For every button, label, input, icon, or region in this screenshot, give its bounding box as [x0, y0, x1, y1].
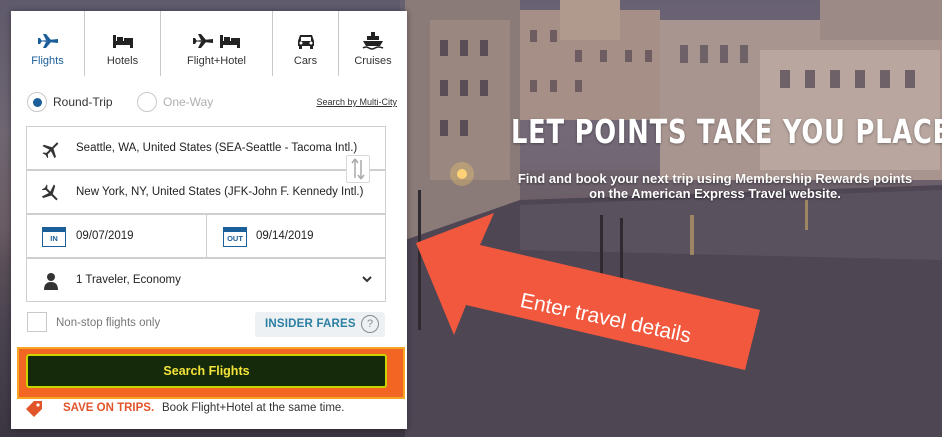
- plane-bed-icon: [192, 34, 240, 48]
- calendar-out-icon: OUT: [223, 227, 247, 247]
- tab-label-hotels: Hotels: [106, 55, 139, 67]
- hero-subtitle: Find and book your next trip using Membe…: [500, 171, 930, 201]
- promo-headline: SAVE ON TRIPS.: [63, 402, 155, 414]
- depart-date-field[interactable]: IN 09/07/2019: [27, 215, 207, 259]
- insider-fares-badge[interactable]: INSIDER FARES ?: [255, 312, 385, 337]
- chevron-down-icon: [362, 276, 372, 283]
- plane-icon: [37, 34, 58, 48]
- promo-banner: SAVE ON TRIPS. Book Flight+Hotel at the …: [25, 400, 395, 420]
- product-tabs: Flights Hotels Flight+Hotel Cars Cruises: [11, 11, 407, 77]
- hero-subtitle-line-1: Find and book your next trip using Membe…: [517, 171, 913, 186]
- plane-icon: [41, 184, 58, 201]
- hero-title: LET POINTS TAKE YOU PLACES: [511, 112, 942, 151]
- in-badge: IN: [50, 234, 58, 243]
- tag-icon: [26, 401, 42, 417]
- car-icon: [297, 35, 314, 49]
- origin-field[interactable]: Seattle, WA, United States (SEA-Seattle …: [26, 126, 386, 170]
- promo-text: Book Flight+Hotel at the same time.: [162, 402, 345, 414]
- return-date-field[interactable]: OUT 09/14/2019: [207, 215, 385, 259]
- swap-button[interactable]: [346, 155, 370, 183]
- out-badge: OUT: [227, 234, 243, 243]
- tab-label-flight-hotel: Flight+Hotel: [186, 55, 246, 67]
- tab-hotels[interactable]: Hotels: [85, 11, 161, 76]
- nonstop-checkbox[interactable]: [27, 312, 47, 332]
- destination-field[interactable]: New York, NY, United States (JFK-John F.…: [26, 170, 386, 214]
- search-button-highlight: Search Flights: [17, 347, 405, 399]
- depart-date-value: 09/07/2019: [76, 230, 134, 242]
- tab-cars[interactable]: Cars: [273, 11, 339, 76]
- tab-flights[interactable]: Flights: [11, 11, 85, 77]
- tab-label-flights: Flights: [31, 55, 64, 67]
- travelers-field[interactable]: 1 Traveler, Economy: [26, 258, 386, 302]
- travelers-value: 1 Traveler, Economy: [76, 274, 181, 286]
- one-way-radio[interactable]: [137, 92, 157, 112]
- person-icon: [44, 273, 58, 290]
- insider-fares-label: INSIDER FARES: [265, 318, 356, 330]
- ship-icon: [362, 32, 384, 50]
- tab-cruises[interactable]: Cruises: [339, 11, 407, 76]
- hero-subtitle-line-2: on the American Express Travel website.: [589, 186, 841, 201]
- round-trip-label[interactable]: Round-Trip: [53, 95, 113, 109]
- origin-value: Seattle, WA, United States (SEA-Seattle …: [76, 142, 358, 154]
- multi-city-link[interactable]: Search by Multi-City: [316, 97, 397, 107]
- plane-icon: [42, 142, 59, 159]
- destination-value: New York, NY, United States (JFK-John F.…: [76, 186, 364, 198]
- return-date-value: 09/14/2019: [256, 230, 314, 242]
- search-flights-button[interactable]: Search Flights: [26, 354, 387, 388]
- booking-widget: Flights Hotels Flight+Hotel Cars Cruises…: [11, 11, 407, 429]
- tab-label-cars: Cars: [293, 55, 318, 67]
- tab-flight-hotel[interactable]: Flight+Hotel: [161, 11, 273, 76]
- round-trip-radio[interactable]: [27, 92, 47, 112]
- one-way-label[interactable]: One-Way: [163, 95, 213, 109]
- callout-arrow: [416, 213, 760, 370]
- nonstop-label[interactable]: Non-stop flights only: [56, 317, 160, 329]
- calendar-in-icon: IN: [42, 227, 66, 247]
- swap-arrows-icon: [351, 158, 365, 180]
- bed-icon: [112, 35, 133, 48]
- dates-field: IN 09/07/2019 OUT 09/14/2019: [26, 214, 386, 259]
- tab-label-cruises: Cruises: [354, 55, 392, 67]
- trip-type-row: Round-Trip One-Way Search by Multi-City: [27, 91, 397, 113]
- help-icon[interactable]: ?: [361, 315, 379, 333]
